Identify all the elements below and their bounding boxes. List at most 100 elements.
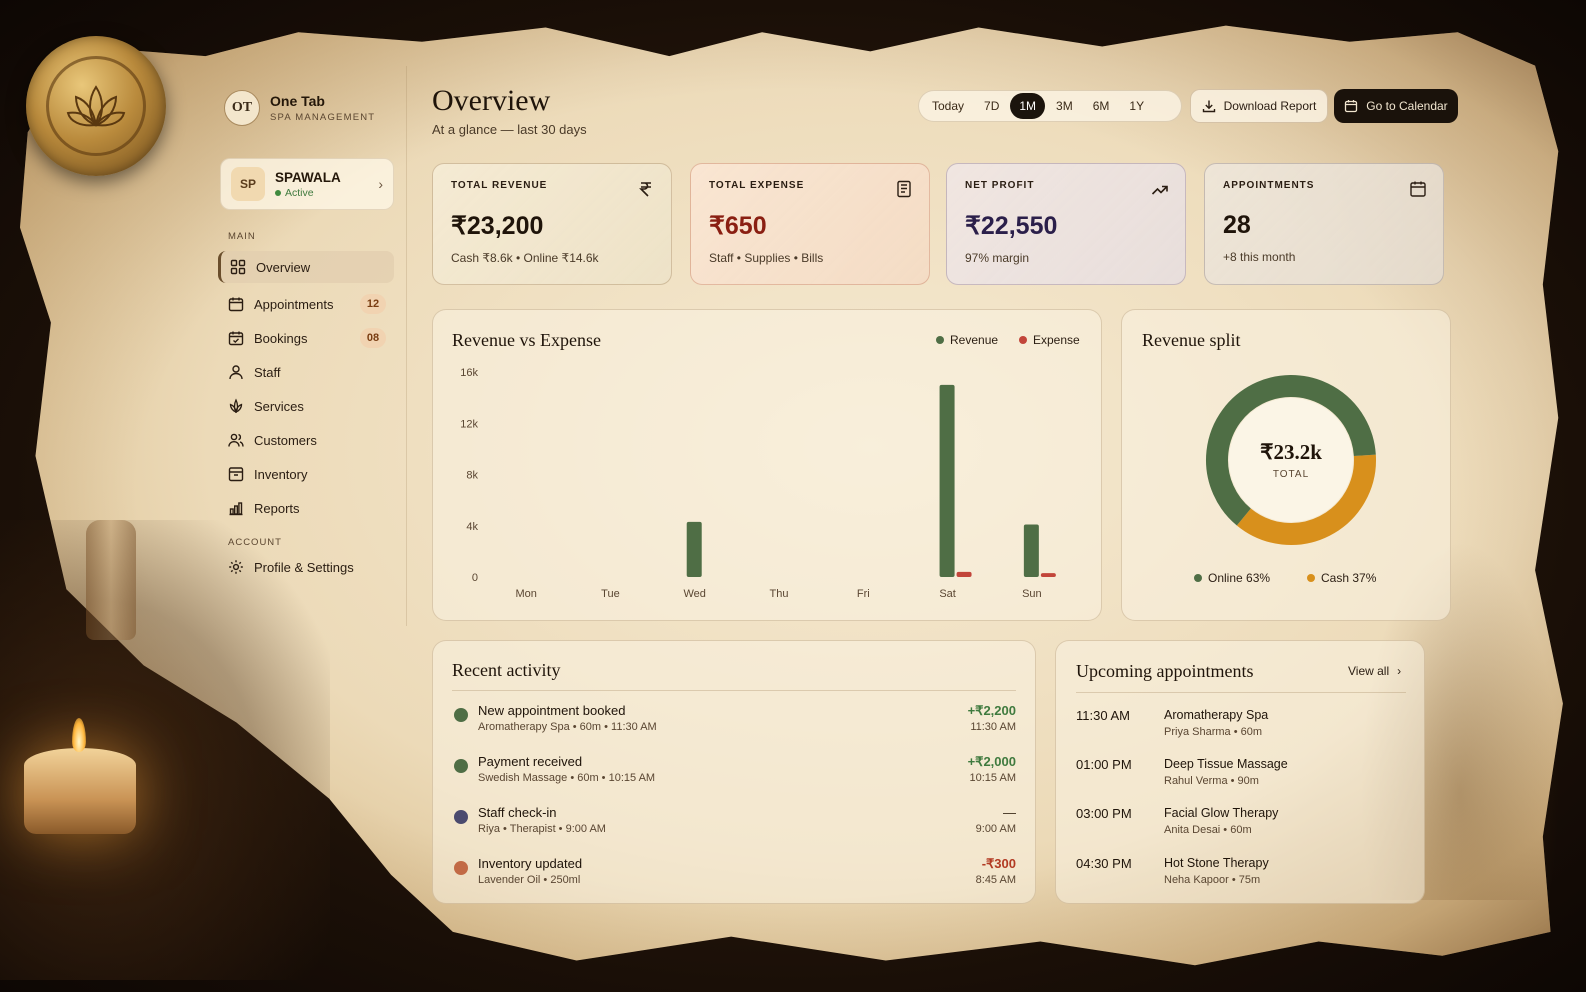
stat-note: Cash ₹8.6k • Online ₹14.6k bbox=[451, 251, 599, 265]
activity-sub: Aromatherapy Spa • 60m • 11:30 AM bbox=[478, 721, 657, 733]
range-today-button[interactable]: Today bbox=[923, 93, 973, 119]
appointment-row[interactable]: 03:00 PM Facial Glow Therapy Anita Desai… bbox=[1076, 806, 1406, 846]
list-item[interactable]: Staff check-in Riya • Therapist • 9:00 A… bbox=[452, 805, 1016, 845]
appointment-row[interactable]: 11:30 AM Aromatherapy Spa Priya Sharma •… bbox=[1076, 708, 1406, 748]
section-label-account: ACCOUNT bbox=[228, 537, 282, 548]
expense-bar[interactable] bbox=[1040, 573, 1056, 577]
stat-label: APPOINTMENTS bbox=[1223, 180, 1315, 191]
account-status: Active bbox=[275, 187, 341, 199]
sidebar-item-profile-settings[interactable]: Profile & Settings bbox=[218, 551, 394, 583]
stat-label: TOTAL EXPENSE bbox=[709, 180, 805, 191]
expense-bar[interactable] bbox=[956, 571, 972, 577]
revenue-bar[interactable] bbox=[686, 521, 702, 577]
activity-sub: Lavender Oil • 250ml bbox=[478, 874, 581, 886]
sidebar-item-overview[interactable]: Overview bbox=[218, 251, 394, 283]
appointment-client: Priya Sharma • 60m bbox=[1164, 726, 1262, 738]
sidebar-item-label: Overview bbox=[256, 259, 311, 275]
legend-label: Expense bbox=[1033, 333, 1080, 347]
range-3m-button[interactable]: 3M bbox=[1047, 93, 1082, 119]
appointment-service: Aromatherapy Spa bbox=[1164, 708, 1269, 722]
revenue-bar[interactable] bbox=[939, 384, 955, 577]
view-all-label: View all bbox=[1348, 664, 1390, 678]
list-item[interactable]: Inventory updated Lavender Oil • 250ml -… bbox=[452, 856, 1016, 896]
activity-dot bbox=[454, 810, 468, 824]
appointment-client: Anita Desai • 60m bbox=[1164, 824, 1252, 836]
activity-amount: -₹300 bbox=[981, 856, 1016, 871]
brand[interactable]: OT One Tab SPA MANAGEMENT bbox=[224, 90, 375, 126]
download-report-button[interactable]: Download Report bbox=[1190, 89, 1328, 123]
activity-amount: — bbox=[1003, 805, 1016, 820]
legend-revenue: Revenue bbox=[936, 333, 998, 347]
upcoming-appointments-title: Upcoming appointments bbox=[1076, 661, 1254, 681]
legend-swatch bbox=[1307, 574, 1315, 582]
users-icon bbox=[228, 432, 244, 448]
account-switcher[interactable]: SP SPAWALA Active › bbox=[220, 158, 394, 210]
brand-subtitle: SPA MANAGEMENT bbox=[270, 112, 376, 123]
sidebar-item-reports[interactable]: Reports bbox=[218, 492, 394, 524]
receipt-icon bbox=[897, 180, 911, 198]
list-item[interactable]: Payment received Swedish Massage • 60m •… bbox=[452, 754, 1016, 794]
list-item[interactable]: New appointment booked Aromatherapy Spa … bbox=[452, 703, 1016, 743]
revenue-expense-bar-chart: 0 4k 8k 12k 16k Mon Tue Wed Thu Fri Sat Sun bbox=[460, 367, 1056, 600]
sidebar-item-label: Profile & Settings bbox=[254, 559, 354, 575]
activity-title: Staff check-in bbox=[478, 805, 557, 820]
stat-card-total-revenue[interactable]: TOTAL REVENUE ₹23,200 Cash ₹8.6k • Onlin… bbox=[432, 163, 672, 285]
stat-value: ₹22,550 bbox=[965, 212, 1058, 240]
x-tick-label: Thu bbox=[770, 588, 789, 600]
lotus-icon bbox=[66, 85, 126, 127]
x-tick-label: Mon bbox=[515, 588, 536, 600]
appointment-service: Deep Tissue Massage bbox=[1164, 757, 1288, 771]
page-subtitle: At a glance — last 30 days bbox=[432, 122, 587, 137]
appointment-time: 11:30 AM bbox=[1076, 708, 1130, 723]
sidebar-item-inventory[interactable]: Inventory bbox=[218, 458, 394, 490]
donut-center-value: ₹23.2k bbox=[1260, 440, 1322, 464]
view-all-link[interactable]: View all › bbox=[1348, 664, 1401, 678]
activity-time: 10:15 AM bbox=[969, 772, 1016, 784]
x-tick-label: Fri bbox=[857, 588, 870, 600]
gear-icon bbox=[228, 559, 244, 575]
account-status-label: Active bbox=[285, 186, 314, 199]
activity-dot bbox=[454, 861, 468, 875]
trend-up-icon bbox=[1151, 185, 1168, 195]
stat-note: +8 this month bbox=[1223, 250, 1296, 264]
oil-bottle-decoration bbox=[86, 520, 136, 640]
lotus-icon bbox=[228, 398, 244, 414]
calendar-check-icon bbox=[228, 330, 244, 346]
brand-logo: OT bbox=[224, 90, 260, 126]
sidebar-item-appointments[interactable]: Appointments 12 bbox=[218, 288, 394, 320]
y-tick-label: 16k bbox=[460, 367, 478, 379]
x-tick-label: Tue bbox=[601, 588, 620, 600]
y-tick-label: 12k bbox=[460, 418, 478, 430]
sidebar-item-services[interactable]: Services bbox=[218, 390, 394, 422]
sidebar-item-bookings[interactable]: Bookings 08 bbox=[218, 322, 394, 354]
download-report-label: Download Report bbox=[1223, 99, 1317, 113]
legend-label: Revenue bbox=[950, 333, 999, 347]
range-6m-button[interactable]: 6M bbox=[1084, 93, 1119, 119]
calendar-icon bbox=[1345, 100, 1358, 113]
stat-card-total-expense[interactable]: TOTAL EXPENSE ₹650 Staff • Supplies • Bi… bbox=[690, 163, 930, 285]
calendar-icon bbox=[1410, 181, 1426, 197]
legend-swatch bbox=[1194, 574, 1202, 582]
bar-chart-icon bbox=[228, 500, 244, 516]
appointment-row[interactable]: 04:30 PM Hot Stone Therapy Neha Kapoor •… bbox=[1076, 856, 1406, 896]
appointment-row[interactable]: 01:00 PM Deep Tissue Massage Rahul Verma… bbox=[1076, 757, 1406, 797]
user-icon bbox=[228, 364, 244, 380]
x-tick-label: Sat bbox=[939, 588, 956, 600]
sidebar-item-staff[interactable]: Staff bbox=[218, 356, 394, 388]
legend-label: Cash 37% bbox=[1321, 571, 1377, 585]
range-7d-button[interactable]: 7D bbox=[975, 93, 1008, 119]
activity-dot bbox=[454, 708, 468, 722]
legend-label: Online 63% bbox=[1208, 571, 1271, 585]
range-1y-button[interactable]: 1Y bbox=[1120, 93, 1153, 119]
revenue-bar[interactable] bbox=[1023, 524, 1039, 577]
page-title: Overview bbox=[432, 84, 551, 117]
section-label-main: MAIN bbox=[228, 231, 256, 242]
sidebar-item-customers[interactable]: Customers bbox=[218, 424, 394, 456]
box-icon bbox=[228, 466, 244, 482]
range-1m-button[interactable]: 1M bbox=[1010, 93, 1046, 119]
candle-decoration bbox=[24, 748, 136, 834]
go-to-calendar-button[interactable]: Go to Calendar bbox=[1334, 89, 1458, 123]
stat-card-appointments[interactable]: APPOINTMENTS 28 +8 this month bbox=[1204, 163, 1444, 285]
stat-card-net-profit[interactable]: NET PROFIT ₹22,550 97% margin bbox=[946, 163, 1186, 285]
activity-time: 11:30 AM bbox=[970, 721, 1016, 733]
